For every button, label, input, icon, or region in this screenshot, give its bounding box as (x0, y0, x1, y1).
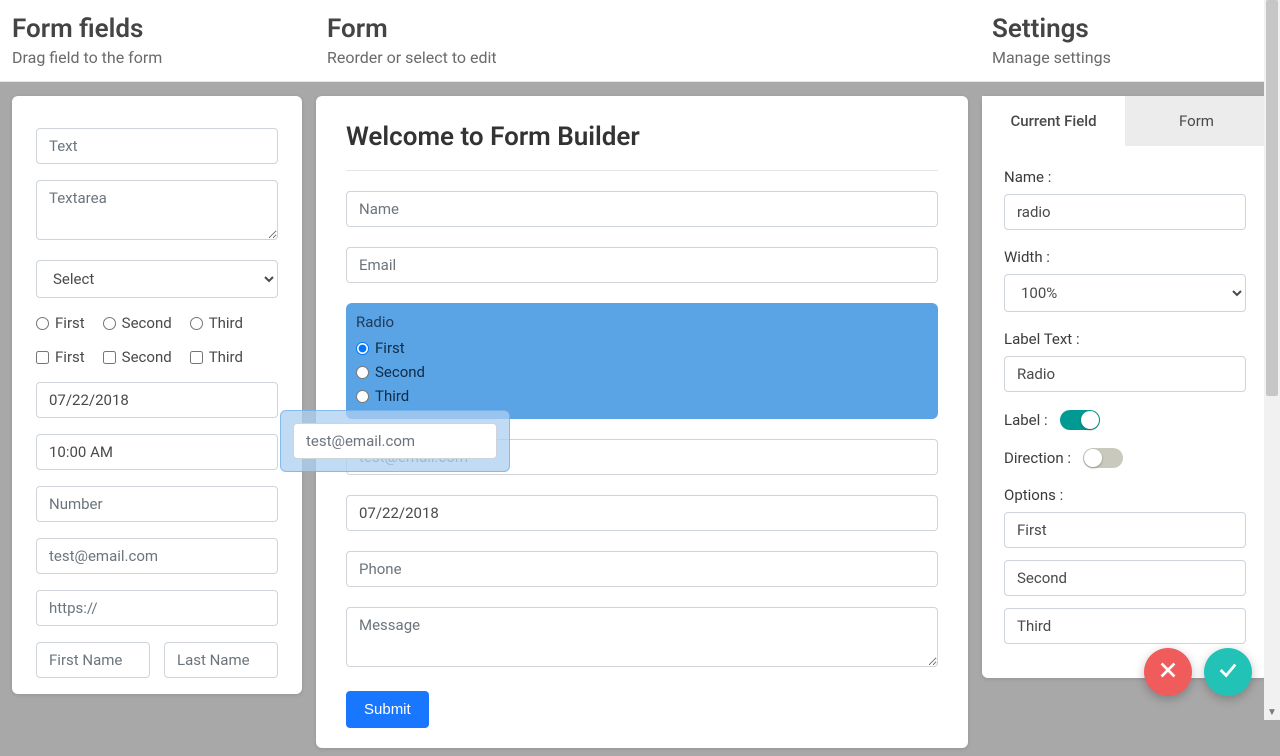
form-radio-label: Radio (356, 313, 928, 331)
setting-name-label: Name : (1004, 168, 1246, 186)
palette-select[interactable]: Select (36, 260, 278, 298)
header-title-form: Form (327, 14, 968, 44)
palette-radio[interactable] (36, 317, 49, 330)
setting-options-label: Options : (1004, 486, 1246, 504)
header-subtitle-form: Reorder or select to edit (327, 48, 968, 67)
scroll-down-icon[interactable]: ▼ (1264, 704, 1280, 720)
header-subtitle-settings: Manage settings (992, 48, 1268, 67)
setting-option-input[interactable] (1004, 560, 1246, 596)
palette-lastname[interactable] (164, 642, 278, 678)
form-canvas[interactable]: Welcome to Form Builder Radio First Seco… (316, 96, 968, 748)
header-bar: Form fields Drag field to the form Form … (0, 0, 1280, 82)
header-title-fields: Form fields (12, 14, 303, 44)
form-email-input-mid[interactable] (346, 439, 938, 475)
palette-checkbox-group[interactable]: First Second Third (36, 348, 278, 366)
cancel-button[interactable] (1144, 648, 1192, 696)
palette-firstname[interactable] (36, 642, 150, 678)
palette-radio[interactable] (190, 317, 203, 330)
header-col-form: Form Reorder or select to edit (315, 0, 980, 81)
form-name-input[interactable] (346, 191, 938, 227)
palette-checkbox[interactable] (190, 351, 203, 364)
form-email-input-top[interactable] (346, 247, 938, 283)
form-date-input[interactable] (346, 495, 938, 531)
divider (346, 170, 938, 171)
palette-date[interactable] (36, 382, 278, 418)
setting-label-toggle-label: Label : (1004, 411, 1048, 429)
submit-button[interactable]: Submit (346, 691, 429, 728)
header-title-settings: Settings (992, 14, 1268, 44)
header-col-fields: Form fields Drag field to the form (0, 0, 315, 81)
scrollbar[interactable]: ▲ ▼ (1264, 0, 1280, 720)
confirm-button[interactable] (1204, 648, 1252, 696)
palette-radio[interactable] (103, 317, 116, 330)
setting-label-toggle[interactable] (1060, 410, 1100, 430)
palette-checkbox[interactable] (36, 351, 49, 364)
palette-email[interactable] (36, 538, 278, 574)
form-message-input[interactable] (346, 607, 938, 667)
form-title: Welcome to Form Builder (346, 122, 938, 152)
palette-text[interactable] (36, 128, 278, 164)
scroll-thumb[interactable] (1266, 0, 1278, 396)
settings-panel: Current Field Form Name : Width : 100% L… (982, 96, 1268, 678)
check-icon (1217, 659, 1239, 685)
setting-width-label: Width : (1004, 248, 1246, 266)
palette-number[interactable] (36, 486, 278, 522)
palette-url[interactable] (36, 590, 278, 626)
palette-time[interactable] (36, 434, 278, 470)
close-icon (1157, 659, 1179, 685)
form-radio-option[interactable] (356, 342, 369, 355)
palette-panel: Select First Second Third First Second T… (12, 96, 302, 694)
tab-current-field[interactable]: Current Field (982, 96, 1125, 146)
form-radio-option[interactable] (356, 366, 369, 379)
setting-width-select[interactable]: 100% (1004, 274, 1246, 312)
header-col-settings: Settings Manage settings (980, 0, 1280, 81)
tab-form[interactable]: Form (1125, 96, 1268, 146)
form-radio-option[interactable] (356, 390, 369, 403)
palette-radio-group[interactable]: First Second Third (36, 314, 278, 332)
workspace: Select First Second Third First Second T… (0, 82, 1280, 756)
setting-direction-toggle[interactable] (1083, 448, 1123, 468)
settings-tabs: Current Field Form (982, 96, 1268, 146)
form-phone-input[interactable] (346, 551, 938, 587)
palette-textarea[interactable] (36, 180, 278, 240)
setting-direction-label: Direction : (1004, 449, 1071, 467)
setting-labeltext-input[interactable] (1004, 356, 1246, 392)
setting-name-input[interactable] (1004, 194, 1246, 230)
header-subtitle-fields: Drag field to the form (12, 48, 303, 67)
setting-labeltext-label: Label Text : (1004, 330, 1246, 348)
setting-option-input[interactable] (1004, 608, 1246, 644)
palette-checkbox[interactable] (103, 351, 116, 364)
setting-option-input[interactable] (1004, 512, 1246, 548)
form-radio-selected[interactable]: Radio First Second Third (346, 303, 938, 419)
